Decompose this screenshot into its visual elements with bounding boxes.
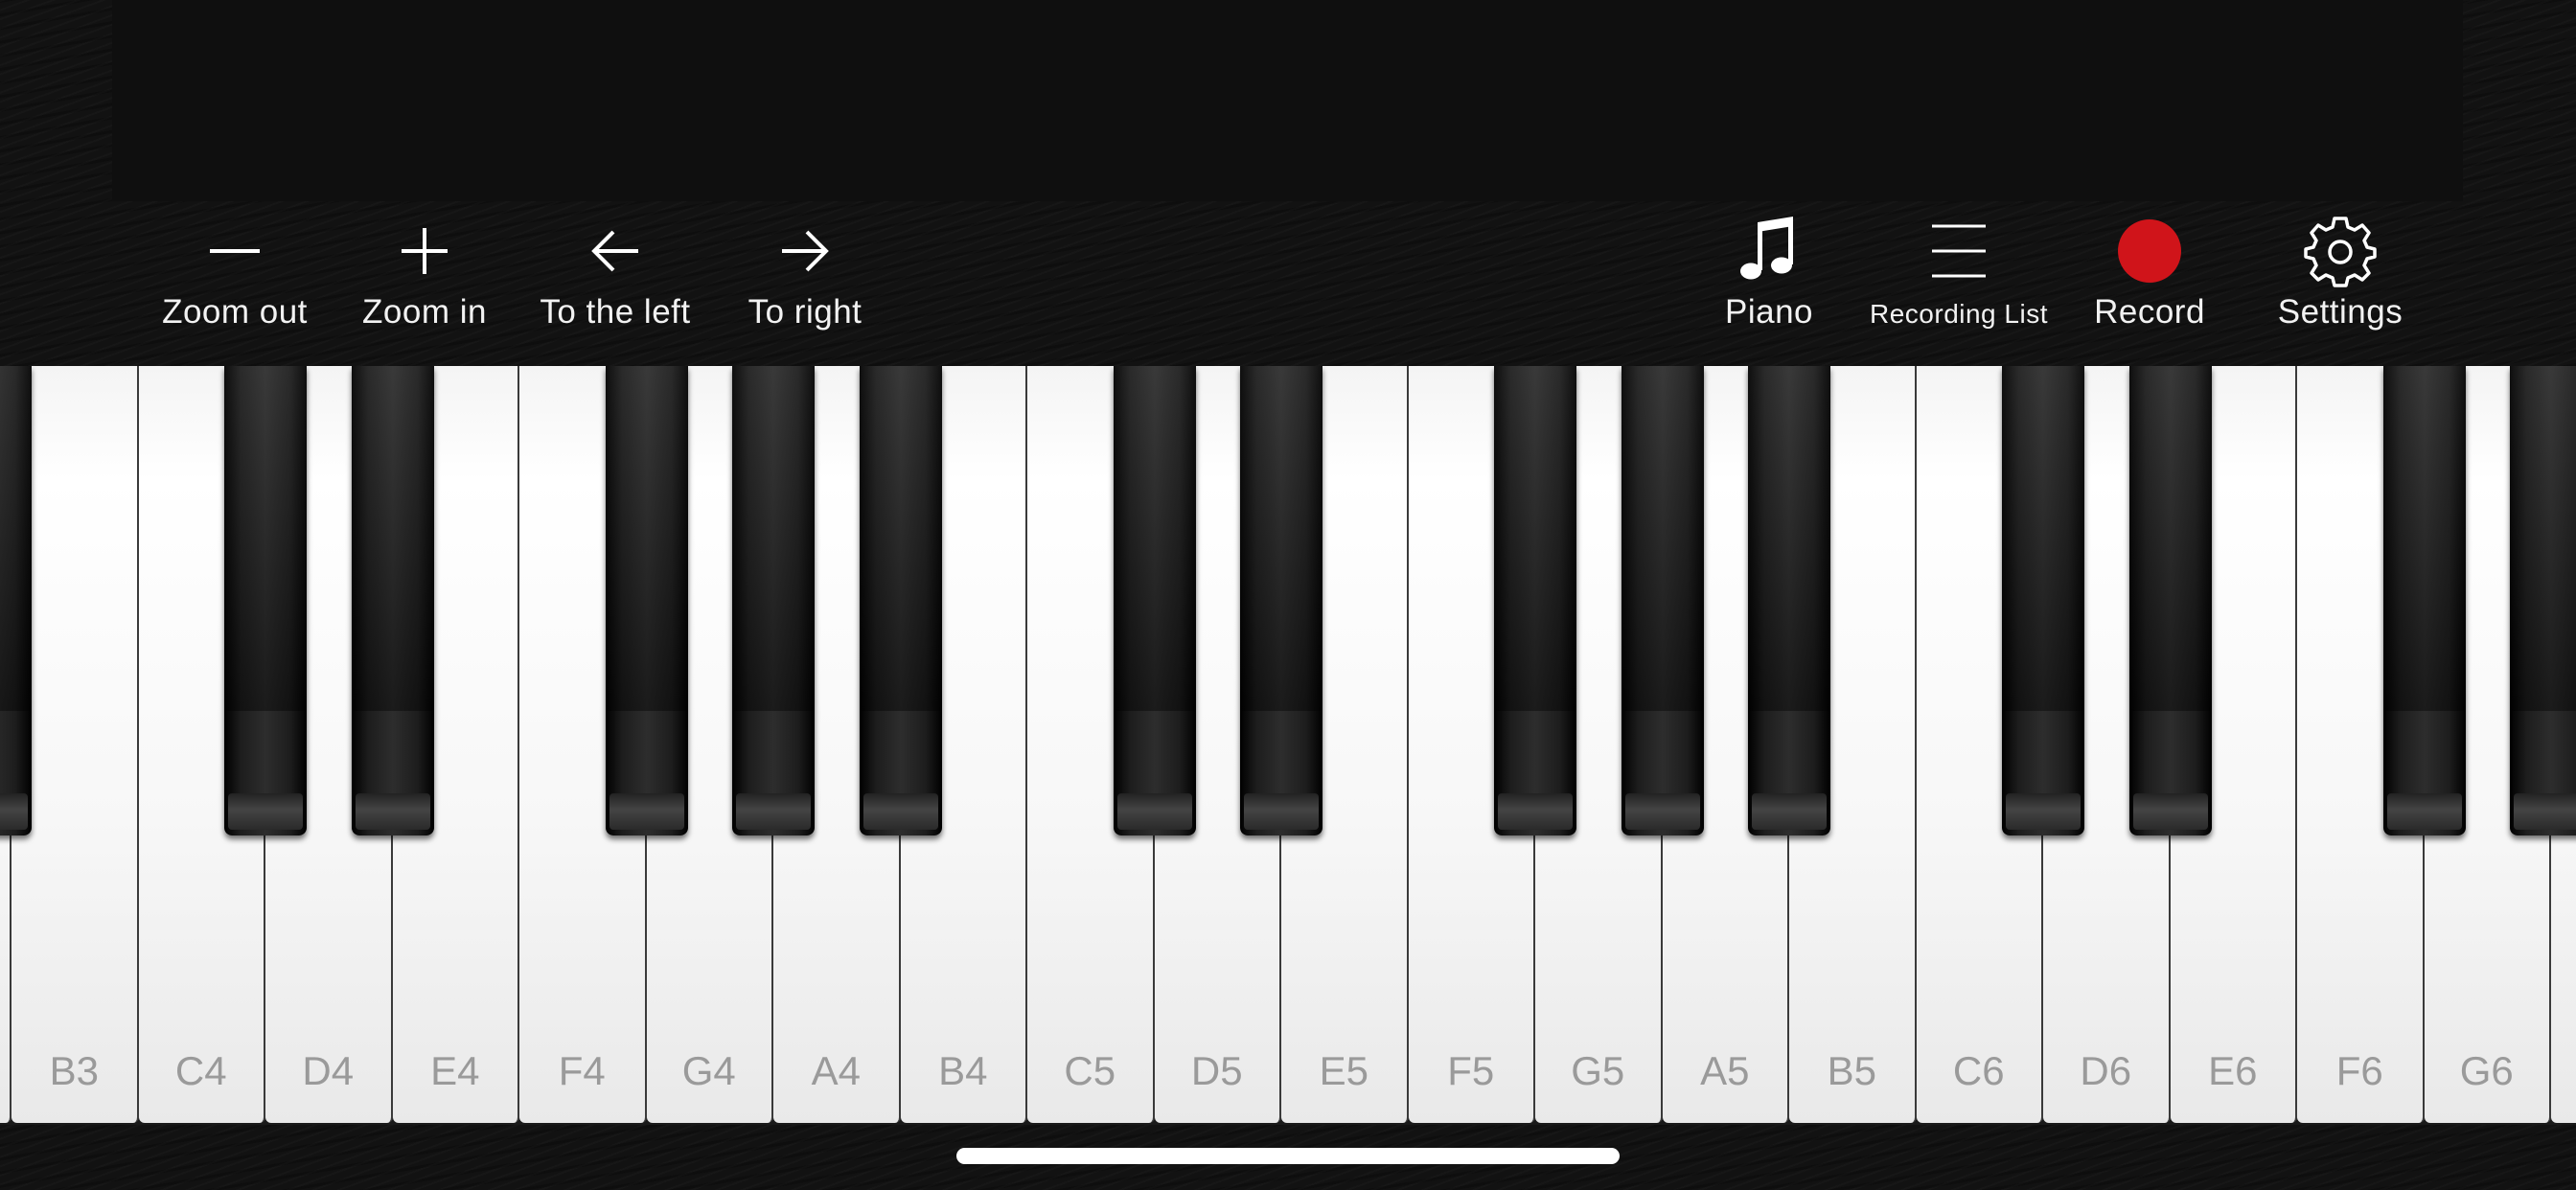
note-label: F5 bbox=[1447, 1048, 1495, 1093]
record-dot-icon bbox=[2111, 213, 2188, 289]
black-key-gsharp4[interactable] bbox=[732, 366, 815, 835]
black-key-dsharp4[interactable] bbox=[351, 366, 434, 835]
to-the-left-button[interactable]: To the left bbox=[531, 213, 700, 347]
note-label: F4 bbox=[558, 1048, 606, 1093]
list-icon bbox=[1920, 213, 1997, 289]
zoom-out-label: Zoom out bbox=[162, 293, 308, 331]
black-key-csharp4[interactable] bbox=[224, 366, 307, 835]
arrow-right-icon bbox=[767, 213, 843, 289]
note-label: C6 bbox=[1952, 1048, 2005, 1093]
black-key-csharp6[interactable] bbox=[2002, 366, 2084, 835]
black-key-fsharp4[interactable] bbox=[605, 366, 688, 835]
recording-list-label: Recording List bbox=[1870, 299, 2048, 329]
note-label: A5 bbox=[1700, 1048, 1750, 1093]
note-label: B5 bbox=[1827, 1048, 1876, 1093]
recording-list-button[interactable]: Recording List bbox=[1865, 213, 2053, 347]
black-key-dsharp6[interactable] bbox=[2128, 366, 2212, 835]
note-label: E4 bbox=[430, 1048, 480, 1093]
note-label: B3 bbox=[49, 1048, 99, 1093]
note-label: F6 bbox=[2335, 1048, 2383, 1093]
minus-icon bbox=[196, 213, 273, 289]
note-label: G4 bbox=[681, 1048, 736, 1093]
settings-label: Settings bbox=[2277, 293, 2404, 331]
note-label: D6 bbox=[2080, 1048, 2132, 1093]
zoom-in-button[interactable]: Zoom in bbox=[355, 213, 494, 347]
black-key-dsharp5[interactable] bbox=[1240, 366, 1322, 835]
note-label: C4 bbox=[174, 1048, 227, 1093]
zoom-out-button[interactable]: Zoom out bbox=[157, 213, 312, 347]
music-note-icon bbox=[1731, 213, 1807, 289]
arrow-left-icon bbox=[577, 213, 654, 289]
black-key-gsharp6[interactable] bbox=[2510, 366, 2576, 835]
note-label: E6 bbox=[2208, 1048, 2258, 1093]
home-indicator bbox=[956, 1148, 1620, 1164]
note-label: D4 bbox=[302, 1048, 355, 1093]
settings-button[interactable]: Settings bbox=[2269, 213, 2411, 347]
piano-label: Piano bbox=[1724, 293, 1814, 331]
note-label: D5 bbox=[1190, 1048, 1243, 1093]
note-label: C5 bbox=[1064, 1048, 1116, 1093]
black-key[interactable] bbox=[0, 366, 32, 835]
black-key-csharp5[interactable] bbox=[1113, 366, 1196, 835]
record-button[interactable]: Record bbox=[2089, 213, 2210, 347]
black-key-fsharp6[interactable] bbox=[2382, 366, 2466, 835]
piano-keyboard: B3 C4 D4 E4 F4 G4 A4 B4 C5 D5 E5 F5 G5 A5 B5 C6 D6 E6 F6 G6 bbox=[0, 366, 2576, 1125]
note-label: G5 bbox=[1571, 1048, 1625, 1093]
black-key-gsharp5[interactable] bbox=[1621, 366, 1704, 835]
to-the-left-label: To the left bbox=[540, 293, 691, 331]
note-label: G6 bbox=[2459, 1048, 2514, 1093]
zoom-in-label: Zoom in bbox=[362, 293, 487, 331]
to-right-label: To right bbox=[748, 293, 862, 331]
note-label: A4 bbox=[811, 1048, 861, 1093]
black-key-asharp5[interactable] bbox=[1748, 366, 1830, 835]
top-band bbox=[112, 0, 2463, 201]
to-right-button[interactable]: To right bbox=[740, 213, 870, 347]
piano-button[interactable]: Piano bbox=[1715, 213, 1823, 347]
note-label: B4 bbox=[938, 1048, 988, 1093]
gear-icon bbox=[2302, 213, 2379, 289]
black-key-fsharp5[interactable] bbox=[1494, 366, 1576, 835]
record-label: Record bbox=[2094, 293, 2205, 331]
piano-app: Zoom out Zoom in To the left To right Pi… bbox=[0, 0, 2576, 1190]
note-label: E5 bbox=[1319, 1048, 1368, 1093]
plus-icon bbox=[386, 213, 463, 289]
black-key-asharp4[interactable] bbox=[859, 366, 942, 835]
